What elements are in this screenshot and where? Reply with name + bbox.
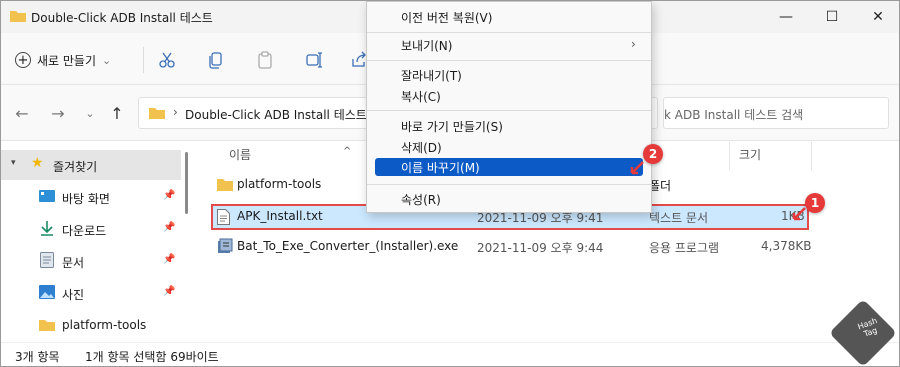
menu-divider xyxy=(367,32,651,33)
maximize-button[interactable]: ☐ xyxy=(809,1,855,33)
download-icon xyxy=(41,221,53,236)
copy-icon[interactable] xyxy=(205,49,227,71)
file-type: 텍스트 문서 xyxy=(649,211,709,225)
plus-icon: + xyxy=(15,52,31,68)
menu-item-label: 이전 버전 복원(V) xyxy=(401,11,493,25)
menu-item-label: 바로 가기 만들기(S) xyxy=(401,120,503,134)
annotation-arrow-icon xyxy=(630,161,644,175)
pictures-icon xyxy=(39,285,55,299)
menu-item-label: 복사(C) xyxy=(401,90,441,104)
sidebar-scrollbar[interactable] xyxy=(184,142,190,342)
up-button[interactable]: ↑ xyxy=(106,103,128,123)
item-count: 3개 항목 xyxy=(15,350,60,364)
pin-icon: 📌 xyxy=(163,286,176,297)
forward-button[interactable]: → xyxy=(47,103,69,123)
document-icon xyxy=(40,252,54,268)
menu-item-delete[interactable]: 삭제(D) xyxy=(367,136,651,158)
paste-icon[interactable] xyxy=(254,49,276,71)
desktop-icon xyxy=(39,190,55,202)
file-explorer-window: Double-Click ADB Install 테스트 — ☐ ✕ + 새로 … xyxy=(0,0,900,367)
rename-icon[interactable] xyxy=(303,49,325,71)
toolbar-divider xyxy=(143,47,144,73)
menu-item-properties[interactable]: 속성(R) xyxy=(367,188,651,210)
close-button[interactable]: ✕ xyxy=(855,1,899,33)
pin-icon: 📌 xyxy=(163,190,176,201)
recent-locations-icon[interactable]: ⌄ xyxy=(79,103,101,123)
file-name: Bat_To_Exe_Converter_(Installer).exe xyxy=(237,239,459,253)
menu-divider xyxy=(367,60,651,61)
file-size: 4,378KB xyxy=(761,239,812,253)
sidebar-item-platform-tools[interactable]: platform-tools xyxy=(1,310,181,340)
menu-item-label: 삭제(D) xyxy=(401,141,442,155)
column-header-name[interactable]: 이름 xyxy=(229,146,251,163)
breadcrumb-separator: › xyxy=(173,105,178,119)
text-file-icon xyxy=(217,209,230,225)
list-item[interactable]: Bat_To_Exe_Converter_(Installer).exe 202… xyxy=(211,234,812,260)
column-header-size[interactable]: 크기 xyxy=(739,146,761,163)
folder-icon xyxy=(10,11,26,22)
menu-item-send-to[interactable]: 보내기(N) › xyxy=(367,34,651,56)
sidebar-item-label: 문서 xyxy=(62,256,85,270)
chevron-down-icon: ⌄ xyxy=(102,53,112,67)
sidebar-item-documents[interactable]: 문서 📌 xyxy=(1,246,181,276)
folder-icon xyxy=(217,179,233,191)
exe-file-icon xyxy=(218,238,233,253)
column-divider xyxy=(729,142,730,170)
menu-item-label: 속성(R) xyxy=(401,193,441,207)
star-icon: ★ xyxy=(31,155,44,171)
sidebar-item-downloads[interactable]: 다운로드 📌 xyxy=(1,214,181,244)
menu-item-label: 보내기(N) xyxy=(401,39,453,53)
folder-icon xyxy=(149,108,165,119)
pin-icon: 📌 xyxy=(163,222,176,233)
pin-icon: 📌 xyxy=(163,254,176,265)
back-button[interactable]: ← xyxy=(11,103,33,123)
cut-icon[interactable] xyxy=(156,49,178,71)
sidebar-item-label: 사진 xyxy=(62,288,85,302)
menu-item-cut[interactable]: 잘라내기(T) xyxy=(367,64,651,86)
file-type: 응용 프로그램 xyxy=(649,241,720,255)
sidebar-item-favorites[interactable]: ▾ ★ 즐겨찾기 xyxy=(1,150,181,180)
menu-item-rename[interactable]: 이름 바꾸기(M) xyxy=(375,158,643,176)
file-name: platform-tools xyxy=(237,177,322,191)
sidebar-item-desktop[interactable]: 바탕 화면 📌 xyxy=(1,182,181,212)
sidebar-item-label: platform-tools xyxy=(62,318,147,332)
file-type: 폴더 xyxy=(649,179,672,193)
folder-icon xyxy=(39,320,55,331)
menu-item-label: 이름 바꾸기(M) xyxy=(401,161,480,175)
menu-item-copy[interactable]: 복사(C) xyxy=(367,85,651,107)
selection-info: 1개 항목 선택함 69바이트 xyxy=(85,350,219,364)
menu-item-restore[interactable]: 이전 버전 복원(V) xyxy=(367,6,651,28)
chevron-right-icon: › xyxy=(631,37,636,51)
menu-divider xyxy=(367,110,651,111)
annotation-arrow-icon xyxy=(792,207,806,221)
menu-divider xyxy=(367,184,651,185)
sidebar-item-label: 즐겨찾기 xyxy=(53,160,98,174)
minimize-button[interactable]: — xyxy=(763,1,809,33)
sidebar-item-pictures[interactable]: 사진 📌 xyxy=(1,278,181,308)
column-divider xyxy=(811,142,812,170)
search-input[interactable]: k ADB Install 테스트 검색 xyxy=(663,97,889,129)
sidebar-item-label: 바탕 화면 xyxy=(62,192,110,206)
breadcrumb[interactable]: Double-Click ADB Install 테스트 xyxy=(185,106,367,123)
menu-item-label: 잘라내기(T) xyxy=(401,69,462,83)
scrollbar-thumb[interactable] xyxy=(185,152,188,214)
sidebar-item-label: 다운로드 xyxy=(62,224,107,238)
search-placeholder: k ADB Install 테스트 검색 xyxy=(664,108,804,122)
menu-item-create-shortcut[interactable]: 바로 가기 만들기(S) xyxy=(367,115,651,137)
file-name: APK_Install.txt xyxy=(237,209,323,223)
new-button[interactable]: + 새로 만들기 ⌄ xyxy=(15,47,111,73)
chevron-down-icon[interactable]: ▾ xyxy=(11,158,16,168)
navigation-pane: ▾ ★ 즐겨찾기 바탕 화면 📌 다운로드 📌 문서 📌 사진 📌 platfo… xyxy=(1,142,191,342)
sort-up-icon: ^ xyxy=(343,146,352,157)
file-date: 2021-11-09 오후 9:44 xyxy=(477,241,604,255)
new-button-label: 새로 만들기 xyxy=(37,53,97,68)
context-menu: 이전 버전 복원(V) 보내기(N) › 잘라내기(T) 복사(C) 바로 가기… xyxy=(366,1,652,213)
status-bar: 3개 항목 1개 항목 선택함 69바이트 xyxy=(1,342,899,366)
window-title: Double-Click ADB Install 테스트 xyxy=(31,11,213,25)
